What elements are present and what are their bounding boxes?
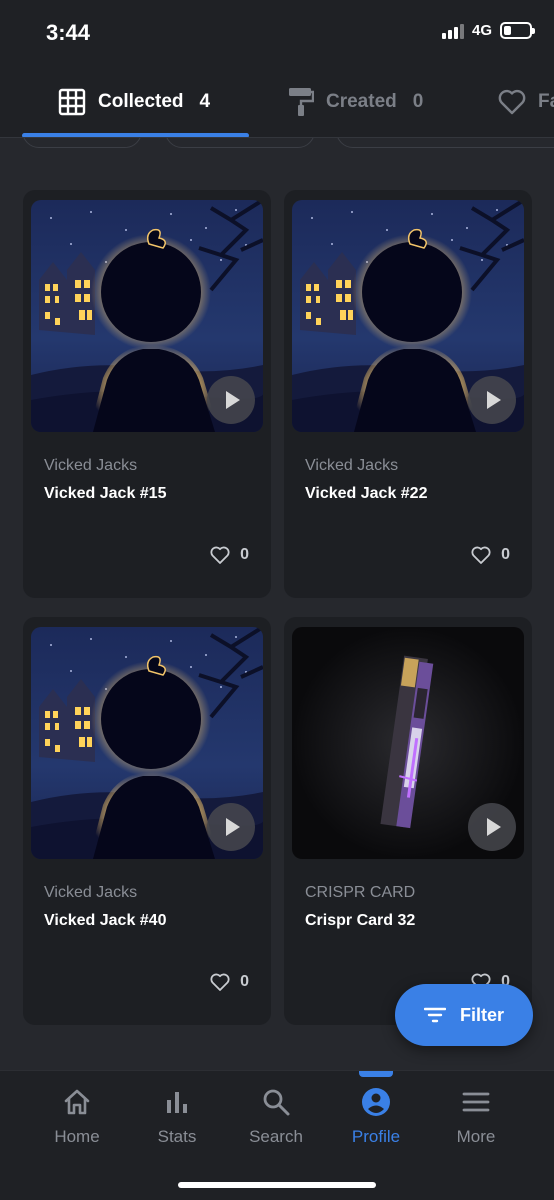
- filter-label: Filter: [459, 1004, 504, 1025]
- filter-button[interactable]: Filter: [395, 984, 533, 1046]
- nft-image: [31, 627, 263, 859]
- nft-card[interactable]: Vicked Jacks Vicked Jack #40 0: [23, 617, 271, 1025]
- card-title: Vicked Jack #15: [44, 485, 167, 502]
- heart-icon: [210, 973, 230, 991]
- like-count: 0: [240, 546, 249, 563]
- nav-more[interactable]: More: [426, 1087, 526, 1157]
- card-title: Vicked Jack #40: [44, 912, 167, 929]
- filter-icon: [423, 1007, 446, 1023]
- like-button[interactable]: 0: [210, 973, 249, 991]
- nft-image: [292, 200, 524, 432]
- nav-home[interactable]: Home: [27, 1087, 127, 1157]
- menu-icon: [462, 1092, 490, 1112]
- bar-chart-icon: [167, 1092, 187, 1113]
- nav-search[interactable]: Search: [226, 1087, 326, 1157]
- active-nav-indicator: [359, 1071, 393, 1077]
- bottom-nav: Home Stats Search Profile More: [0, 1070, 554, 1200]
- card-collection-name: Vicked Jacks: [44, 457, 138, 474]
- like-count: 0: [501, 546, 510, 563]
- card-collection-name: Vicked Jacks: [44, 884, 138, 901]
- card-collection-name: Vicked Jacks: [305, 457, 399, 474]
- search-icon: [263, 1089, 290, 1116]
- nav-search-label: Search: [249, 1127, 303, 1146]
- like-count: 0: [240, 973, 249, 990]
- nav-home-label: Home: [54, 1127, 100, 1146]
- nft-image: [31, 200, 263, 432]
- profile-icon: [362, 1088, 390, 1116]
- card-title: Vicked Jack #22: [305, 485, 428, 502]
- nav-more-label: More: [456, 1127, 496, 1146]
- heart-icon: [210, 546, 230, 564]
- nft-card[interactable]: CRISPR CARD Crispr Card 32 0: [284, 617, 532, 1025]
- play-button[interactable]: [468, 376, 516, 424]
- nft-card[interactable]: Vicked Jacks Vicked Jack #22 0: [284, 190, 532, 598]
- nav-stats-label: Stats: [157, 1127, 197, 1146]
- nft-image: [292, 627, 524, 859]
- play-button[interactable]: [207, 803, 255, 851]
- nav-profile[interactable]: Profile: [326, 1087, 426, 1157]
- play-button[interactable]: [207, 376, 255, 424]
- nft-card[interactable]: Vicked Jacks Vicked Jack #15 0: [23, 190, 271, 598]
- home-indicator[interactable]: [178, 1182, 376, 1188]
- like-button[interactable]: 0: [471, 546, 510, 564]
- nav-stats[interactable]: Stats: [127, 1087, 227, 1157]
- card-title: Crispr Card 32: [305, 912, 416, 929]
- card-collection-name: CRISPR CARD: [305, 884, 416, 901]
- nav-profile-label: Profile: [351, 1127, 401, 1146]
- home-icon: [64, 1089, 90, 1115]
- heart-icon: [471, 546, 491, 564]
- like-button[interactable]: 0: [210, 546, 249, 564]
- play-button[interactable]: [468, 803, 516, 851]
